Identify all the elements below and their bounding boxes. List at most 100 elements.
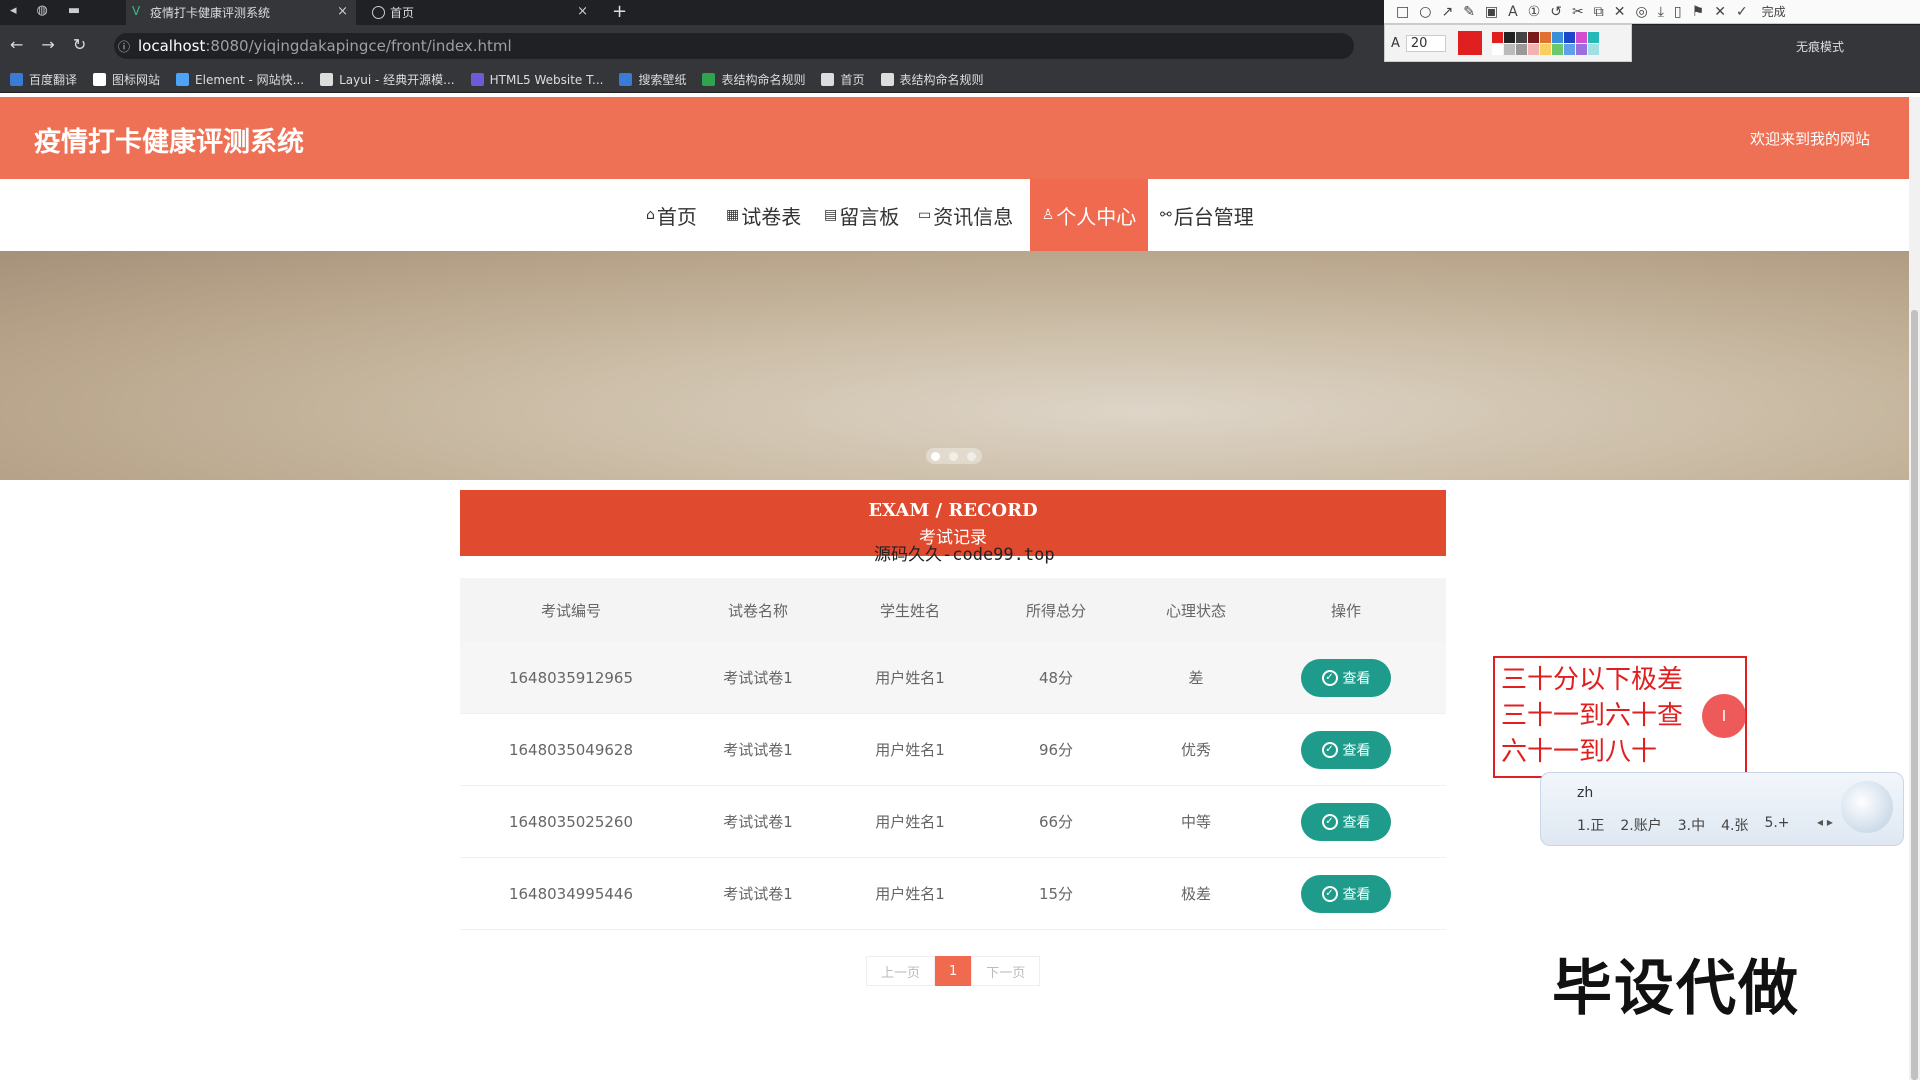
scrollbar-thumb[interactable] [1911, 310, 1918, 1080]
color-swatch[interactable] [1564, 31, 1576, 43]
color-swatch[interactable] [1528, 43, 1540, 55]
ime-candidate[interactable]: 5.+ [1764, 815, 1789, 835]
new-tab-button[interactable]: + [612, 0, 627, 24]
ime-candidate[interactable]: 2.账户 [1620, 815, 1661, 835]
bookmark-item[interactable]: 百度翻译 [10, 71, 77, 88]
ime-candidate[interactable]: 3.中 [1678, 815, 1705, 835]
color-swatch[interactable] [1516, 31, 1528, 43]
bookmark-item[interactable]: 表结构命名规则 [702, 71, 805, 88]
nav-news[interactable]: ▭ 资讯信息 [918, 179, 1013, 251]
forward-icon[interactable]: → [41, 35, 54, 54]
undo-icon[interactable]: ↺ [1550, 4, 1562, 20]
info-icon[interactable]: ⓘ [118, 38, 130, 55]
browser-tab[interactable]: 首页 × [366, 0, 596, 25]
nav-exam-paper[interactable]: ▦ 试卷表 [726, 179, 801, 251]
rect-tool-icon[interactable]: □ [1396, 4, 1409, 20]
color-swatch[interactable] [1504, 43, 1516, 55]
download-icon[interactable]: ⤓ [1658, 4, 1664, 20]
color-swatch[interactable] [1540, 31, 1552, 43]
mosaic-tool-icon[interactable]: ▣ [1485, 4, 1498, 20]
current-page[interactable]: 1 [935, 956, 972, 986]
bookmark-item[interactable]: 图标网站 [93, 71, 160, 88]
close-icon[interactable]: ✕ [1714, 4, 1726, 20]
color-swatch[interactable] [1588, 31, 1600, 43]
tab-title: 首页 [390, 6, 415, 20]
view-button[interactable]: ✓ 查看 [1301, 874, 1391, 913]
ime-candidate[interactable]: 1.正 [1577, 815, 1604, 835]
close-icon[interactable]: × [337, 4, 348, 19]
carousel-dot-active[interactable] [931, 452, 940, 461]
number-tool-icon[interactable]: ① [1528, 4, 1541, 20]
color-swatch[interactable] [1540, 43, 1552, 55]
reload-icon[interactable]: ↻ [73, 35, 86, 54]
bookmark-item[interactable]: Element - 网站快... [176, 71, 304, 88]
confirm-icon[interactable]: ✓ [1736, 4, 1748, 20]
text-tool-icon[interactable]: A [1508, 4, 1518, 20]
bookmark-icon [702, 73, 716, 86]
url-field[interactable]: localhost:8080/yiqingdakapingce/front/in… [114, 33, 1354, 59]
grid-icon: ▦ [726, 207, 740, 223]
bookmark-item[interactable]: 首页 [821, 71, 865, 88]
nav-home[interactable]: ⌂ 首页 [646, 179, 697, 251]
color-swatch[interactable] [1528, 31, 1540, 43]
pen-tool-icon[interactable]: ✎ [1463, 4, 1475, 20]
action-cell: ✓ 查看 [1266, 858, 1426, 929]
speaker-icon[interactable]: ◂ [10, 3, 17, 18]
font-size-select[interactable]: 20 [1405, 34, 1447, 52]
bookmark-icon[interactable]: ⚑ [1692, 4, 1705, 20]
ime-page-arrows[interactable]: ◂ ▸ [1817, 815, 1833, 829]
pin-icon[interactable]: ✕ [1614, 4, 1626, 20]
ellipse-tool-icon[interactable]: ○ [1419, 4, 1431, 20]
score-cell: 96分 [1038, 741, 1074, 759]
done-button[interactable]: 完成 [1762, 3, 1786, 20]
back-icon[interactable]: ← [10, 35, 23, 54]
close-icon[interactable]: × [577, 4, 588, 19]
student-name-cell: 用户姓名1 [875, 741, 945, 759]
color-swatch[interactable] [1564, 43, 1576, 55]
exam-id-cell: 1648035049628 [508, 740, 634, 759]
color-swatch[interactable] [1552, 31, 1564, 43]
color-swatch[interactable] [1576, 43, 1588, 55]
window-icon[interactable]: ▬ [68, 3, 80, 18]
copy-icon[interactable]: ⧉ [1594, 4, 1604, 20]
current-color-swatch[interactable] [1458, 31, 1483, 55]
view-button[interactable]: ✓ 查看 [1301, 730, 1391, 769]
browser-tab-active[interactable]: V 疫情打卡健康评测系统 × [126, 0, 356, 25]
nav-admin[interactable]: ⚯ 后台管理 [1160, 179, 1254, 251]
nav-label: 首页 [656, 204, 697, 229]
prev-page-button[interactable]: 上一页 [866, 956, 936, 986]
bookmark-label: 图标网站 [112, 73, 161, 87]
bookmark-icon [880, 73, 894, 86]
browser-nav-buttons: ← → ↻ [10, 35, 86, 54]
bookmark-item[interactable]: 表结构命名规则 [880, 71, 984, 88]
nav-message-board[interactable]: ▤ 留言板 [824, 179, 899, 251]
arrow-tool-icon[interactable]: ↗ [1441, 4, 1453, 20]
record-icon[interactable]: ◎ [1636, 4, 1648, 20]
ime-candidate[interactable]: 4.张 [1721, 815, 1748, 835]
color-palette[interactable] [1492, 31, 1600, 55]
color-swatch[interactable] [1588, 43, 1600, 55]
table-row: 1648035025260 考试试卷1 用户姓名1 66分 中等 ✓ 查看 [460, 786, 1446, 858]
bookmark-item[interactable]: 搜索壁纸 [619, 71, 686, 88]
color-swatch[interactable] [1492, 43, 1504, 55]
score-cell: 48分 [1038, 669, 1074, 687]
bookmark-item[interactable]: Layui - 经典开源模... [320, 71, 455, 88]
scissors-icon[interactable]: ✂ [1572, 4, 1584, 20]
view-button[interactable]: ✓ 查看 [1301, 658, 1391, 697]
carousel-dot[interactable] [967, 452, 976, 461]
color-swatch[interactable] [1516, 43, 1528, 55]
carousel-dot[interactable] [949, 452, 958, 461]
nav-personal-center[interactable]: ♙ 个人中心 [1030, 179, 1148, 251]
annotation-toolbar: □ ○ ↗ ✎ ▣ A ① ↺ ✂ ⧉ ✕ ◎ ⤓ ▯ ⚑ ✕ ✓ 完成 [1384, 0, 1920, 24]
shield-check-icon: ✓ [1321, 669, 1338, 686]
view-button[interactable]: ✓ 查看 [1301, 802, 1391, 841]
color-swatch[interactable] [1576, 31, 1588, 43]
color-swatch[interactable] [1552, 43, 1564, 55]
bookmark-item[interactable]: HTML5 Website T... [470, 73, 603, 87]
color-swatch[interactable] [1504, 31, 1516, 43]
incognito-label[interactable]: 无痕模式 [1796, 38, 1844, 55]
color-swatch[interactable] [1492, 31, 1504, 43]
globe-icon[interactable]: ◍ [37, 3, 48, 18]
next-page-button[interactable]: 下一页 [971, 956, 1041, 986]
save-icon[interactable]: ▯ [1674, 4, 1682, 20]
